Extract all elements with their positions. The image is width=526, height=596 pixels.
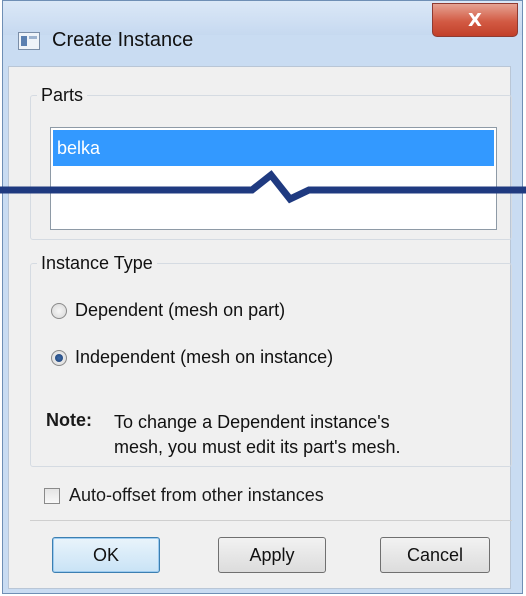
radio-label: Independent (mesh on instance) bbox=[75, 347, 334, 367]
radio-button[interactable] bbox=[51, 349, 67, 366]
radio-independent[interactable]: Independent (mesh on instance) bbox=[51, 347, 333, 368]
close-icon: X bbox=[468, 9, 482, 31]
list-item[interactable]: belka bbox=[53, 130, 494, 166]
cancel-button[interactable]: Cancel bbox=[380, 537, 490, 573]
ok-button[interactable]: OK bbox=[52, 537, 160, 573]
window-title: Create Instance bbox=[52, 29, 194, 51]
note-line: To change a Dependent instance's bbox=[114, 412, 390, 432]
checkbox-label: Auto-offset from other instances bbox=[69, 485, 324, 505]
window-icon bbox=[18, 32, 40, 50]
radio-dependent[interactable]: Dependent (mesh on part) bbox=[51, 300, 285, 321]
close-button[interactable]: X bbox=[432, 3, 518, 37]
radio-button[interactable] bbox=[51, 302, 67, 319]
checkbox[interactable] bbox=[44, 487, 60, 504]
parts-legend: Parts bbox=[41, 85, 84, 105]
divider bbox=[30, 520, 512, 521]
break-line bbox=[0, 170, 526, 204]
note-label: Note: bbox=[46, 410, 92, 430]
radio-label: Dependent (mesh on part) bbox=[75, 300, 286, 320]
instance-type-legend: Instance Type bbox=[41, 253, 153, 273]
note-line: mesh, you must edit its part's mesh. bbox=[114, 437, 401, 457]
auto-offset-checkbox[interactable]: Auto-offset from other instances bbox=[44, 485, 324, 506]
note-text: To change a Dependent instance's mesh, y… bbox=[114, 410, 401, 460]
apply-button[interactable]: Apply bbox=[218, 537, 326, 573]
